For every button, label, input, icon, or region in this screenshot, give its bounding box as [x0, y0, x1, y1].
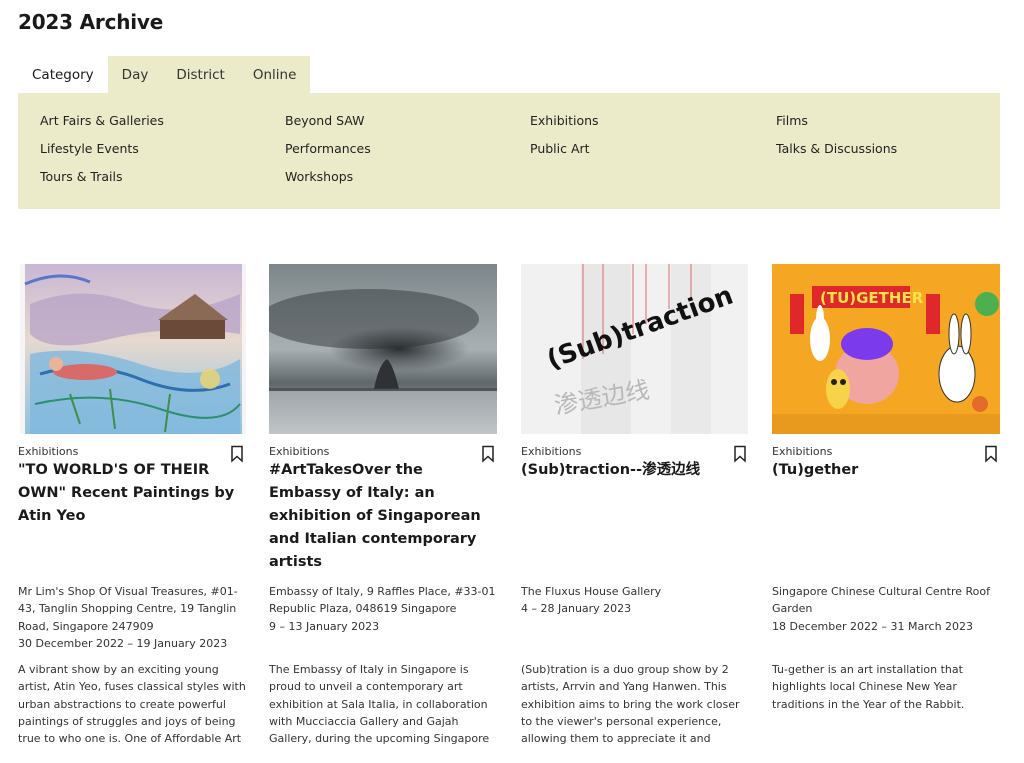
- event-venue: The Fluxus House Gallery: [521, 585, 662, 598]
- event-category: Exhibitions: [269, 445, 330, 458]
- event-image-subtraction[interactable]: (Sub)traction 渗透边线: [521, 264, 748, 434]
- event-description: The Embassy of Italy in Singapore is pro…: [269, 663, 490, 746]
- event-image-painting[interactable]: [20, 264, 246, 434]
- event-card-list: Exhibitions "TO WORLD'S OF THEIR OWN" Re…: [18, 264, 1008, 763]
- filter-exhibitions[interactable]: Exhibitions: [530, 113, 776, 141]
- filter-talks-discussions[interactable]: Talks & Discussions: [776, 141, 1022, 169]
- event-card: Exhibitions "TO WORLD'S OF THEIR OWN" Re…: [18, 264, 246, 749]
- tab-online[interactable]: Online: [238, 56, 311, 93]
- filter-performances[interactable]: Performances: [285, 141, 530, 169]
- event-venue: Mr Lim's Shop Of Visual Treasures, #01-4…: [18, 585, 238, 633]
- event-title[interactable]: (Sub)traction--渗透边线: [521, 459, 749, 583]
- event-image-seascape[interactable]: [269, 264, 497, 434]
- event-title[interactable]: #ArtTakesOver the Embassy of Italy: an e…: [269, 459, 497, 583]
- bookmark-icon[interactable]: [984, 445, 998, 463]
- filter-tours-trails[interactable]: Tours & Trails: [40, 169, 285, 197]
- event-description: A vibrant show by an exciting young arti…: [18, 663, 246, 746]
- tab-day[interactable]: Day: [107, 56, 163, 93]
- filter-lifestyle-events[interactable]: Lifestyle Events: [40, 141, 285, 169]
- event-description: (Sub)tration is a duo group show by 2 ar…: [521, 663, 740, 746]
- image-text: (TU)GETHER: [820, 289, 924, 307]
- event-dates: 30 December 2022 – 19 January 2023: [18, 636, 228, 650]
- event-title[interactable]: (Tu)gether: [772, 459, 1000, 583]
- event-image-tugether[interactable]: (TU)GETHER: [772, 264, 1000, 434]
- filter-public-art[interactable]: Public Art: [530, 141, 776, 169]
- filter-workshops[interactable]: Workshops: [285, 169, 530, 197]
- bookmark-icon[interactable]: [481, 445, 495, 463]
- category-filter-panel: Art Fairs & Galleries Beyond SAW Exhibit…: [18, 93, 1000, 209]
- tab-district[interactable]: District: [162, 56, 239, 93]
- event-title[interactable]: "TO WORLD'S OF THEIR OWN" Recent Paintin…: [18, 459, 246, 583]
- event-description: Tu-gether is an art installation that hi…: [772, 663, 965, 711]
- filter-films[interactable]: Films: [776, 113, 1022, 141]
- bookmark-icon[interactable]: [230, 445, 244, 463]
- event-card: Exhibitions #ArtTakesOver the Embassy of…: [269, 264, 497, 749]
- event-category: Exhibitions: [772, 445, 833, 458]
- filter-tabs: Category Day District Online: [18, 56, 311, 93]
- event-venue: Singapore Chinese Cultural Centre Roof G…: [772, 585, 991, 616]
- filter-beyond-saw[interactable]: Beyond SAW: [285, 113, 530, 141]
- event-category: Exhibitions: [18, 445, 79, 458]
- event-dates: 4 – 28 January 2023: [521, 602, 632, 616]
- event-dates: 18 December 2022 – 31 March 2023: [772, 619, 974, 633]
- tab-category[interactable]: Category: [18, 56, 108, 93]
- event-category: Exhibitions: [521, 445, 582, 458]
- page-title: 2023 Archive: [18, 10, 164, 34]
- bookmark-icon[interactable]: [733, 445, 747, 463]
- event-card: (Sub)traction 渗透边线 Exhibitions (Sub)trac…: [521, 264, 749, 749]
- event-card: (TU)GETHER Exhibitions (Tu)gether Singap…: [772, 264, 1000, 749]
- event-venue: Embassy of Italy, 9 Raffles Place, #33-0…: [269, 585, 496, 616]
- filter-art-fairs-galleries[interactable]: Art Fairs & Galleries: [40, 113, 285, 141]
- event-dates: 9 – 13 January 2023: [269, 619, 380, 633]
